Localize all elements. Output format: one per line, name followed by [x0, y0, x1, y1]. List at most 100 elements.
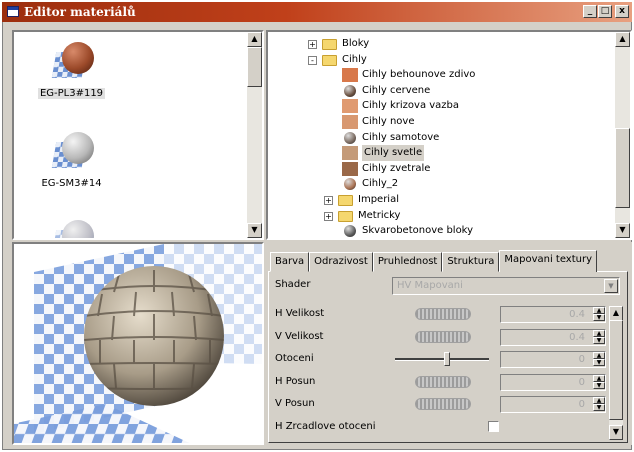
tree-folder[interactable]: + Imperial: [268, 192, 598, 208]
scroll-down-arrow-icon[interactable]: ▼: [247, 223, 262, 238]
folder-icon: [322, 39, 337, 50]
param-value: 0: [578, 354, 585, 366]
close-button[interactable]: x: [615, 5, 629, 18]
tree-label: Imperial: [358, 194, 399, 205]
material-swatch-icon: [342, 99, 358, 114]
spin-down-icon[interactable]: ▼: [593, 336, 605, 344]
tree-label: Cihly svetle: [362, 145, 425, 162]
spin-down-icon[interactable]: ▼: [593, 381, 605, 389]
window-title: Editor materiálů: [24, 5, 136, 19]
tree-label: Cihly nove: [362, 116, 415, 127]
spin-down-icon[interactable]: ▼: [593, 359, 605, 367]
thumbwheel-control[interactable]: [415, 398, 471, 411]
tree-label: Cihly zvetrale: [362, 162, 431, 174]
title-bar[interactable]: Editor materiálů _ □ x: [2, 2, 632, 22]
param-label: H Zrcadlove otoceni: [275, 421, 376, 432]
tree-item[interactable]: Cihly svetle: [268, 145, 598, 162]
material-sphere-icon: [344, 84, 356, 97]
expand-icon[interactable]: +: [308, 40, 317, 49]
material-swatch-icon: [342, 161, 358, 176]
maximize-button[interactable]: □: [598, 5, 612, 18]
spinner[interactable]: ▲ ▼: [593, 352, 605, 367]
chevron-down-icon[interactable]: ▼: [604, 279, 618, 293]
tree-label: Cihly cervene: [362, 84, 431, 96]
scroll-down-arrow-icon[interactable]: ▼: [609, 425, 623, 440]
param-value-field[interactable]: 0 ▲ ▼: [500, 351, 606, 369]
params-scrollbar[interactable]: ▲ ▼: [609, 306, 623, 440]
tree-folder[interactable]: + Metricky: [268, 208, 598, 224]
material-sphere-icon: [344, 225, 356, 238]
tree-label: Cihly samotove: [362, 131, 440, 143]
scroll-up-arrow-icon[interactable]: ▲: [615, 32, 630, 47]
thumbwheel-control[interactable]: [415, 308, 471, 320]
folder-icon: [338, 210, 353, 222]
material-list-scrollbar[interactable]: ▲ ▼: [247, 32, 262, 238]
scroll-up-arrow-icon[interactable]: ▲: [609, 306, 623, 321]
param-value-field[interactable]: 0 ▲ ▼: [500, 396, 606, 414]
param-label: V Velikost: [275, 330, 324, 342]
tab-struktura[interactable]: Struktura: [442, 252, 500, 272]
param-label: Otoceni: [275, 353, 314, 365]
param-label: H Velikost: [275, 308, 325, 319]
thumbwheel-control[interactable]: [415, 330, 471, 343]
tab-pruhlednost[interactable]: Pruhlednost: [372, 252, 443, 272]
rotation-slider-thumb[interactable]: [443, 352, 450, 367]
spinner[interactable]: ▲ ▼: [593, 307, 605, 322]
spin-down-icon[interactable]: ▼: [593, 314, 605, 321]
param-value-field[interactable]: 0.4 ▲ ▼: [500, 306, 606, 323]
tree-item[interactable]: Cihly behounove zdivo: [268, 67, 598, 83]
material-list-panel: EG-PL3#119 EG-SM3#14 ▲ ▼: [12, 30, 264, 240]
shader-value: HV Mapovani: [397, 280, 463, 291]
material-label: EG-PL3#119: [37, 88, 106, 99]
tab-barva[interactable]: Barva: [270, 252, 310, 272]
expand-icon[interactable]: +: [324, 196, 333, 205]
material-sphere-icon: [344, 178, 356, 191]
thumbwheel-control[interactable]: [415, 375, 471, 388]
material-thumb[interactable]: EG-PL3#119: [24, 40, 119, 99]
tree-item[interactable]: Cihly_2: [268, 176, 598, 192]
tree-folder[interactable]: - Cihly: [268, 52, 598, 68]
scroll-up-arrow-icon[interactable]: ▲: [247, 32, 262, 47]
material-thumb[interactable]: EG-SM3#14: [24, 130, 119, 189]
material-swatch: [50, 40, 94, 84]
tab-odrazivost[interactable]: Odrazivost: [309, 252, 373, 272]
collapse-icon[interactable]: -: [308, 55, 317, 65]
shader-label: Shader: [275, 279, 311, 290]
tree-label: Cihly_2: [362, 178, 399, 190]
spinner[interactable]: ▲ ▼: [593, 374, 605, 390]
spin-up-icon[interactable]: ▲: [593, 397, 605, 405]
minimize-button[interactable]: _: [583, 5, 597, 18]
scroll-thumb[interactable]: [247, 47, 262, 87]
tree-folder[interactable]: + Bloky: [268, 36, 598, 52]
tree-label: Metricky: [358, 209, 401, 221]
tree-item[interactable]: Skvarobetonove bloky: [268, 223, 598, 239]
tree-item[interactable]: Cihly samotove: [268, 130, 598, 146]
material-thumb-partial[interactable]: [24, 218, 119, 238]
spin-down-icon[interactable]: ▼: [593, 404, 605, 412]
tree-item[interactable]: Cihly nove: [268, 114, 598, 130]
spin-up-icon[interactable]: ▲: [593, 329, 605, 337]
property-tabs: Barva Odrazivost Pruhlednost Struktura M…: [270, 250, 598, 272]
param-label: H Posun: [275, 375, 316, 387]
spin-up-icon[interactable]: ▲: [593, 352, 605, 360]
tree-scrollbar[interactable]: ▲ ▼: [615, 32, 630, 238]
tree-label: Cihly: [342, 53, 367, 65]
spinner[interactable]: ▲ ▼: [593, 397, 605, 412]
shader-select[interactable]: HV Mapovani ▼: [392, 277, 620, 295]
expand-icon[interactable]: +: [324, 211, 333, 221]
tab-mapovani-textury[interactable]: Mapovani textury: [499, 250, 598, 272]
scroll-down-arrow-icon[interactable]: ▼: [615, 223, 630, 238]
folder-icon: [338, 195, 353, 206]
spin-up-icon[interactable]: ▲: [593, 374, 605, 382]
param-value-field[interactable]: 0.4 ▲ ▼: [500, 328, 606, 346]
spinner[interactable]: ▲ ▼: [593, 329, 605, 345]
tree-item[interactable]: Cihly cervene: [268, 83, 598, 99]
param-value-field[interactable]: 0 ▲ ▼: [500, 373, 606, 391]
scroll-thumb[interactable]: [615, 128, 630, 208]
tree-item[interactable]: Cihly krizova vazba: [268, 98, 598, 114]
spin-up-icon[interactable]: ▲: [593, 307, 605, 314]
scroll-thumb[interactable]: [609, 320, 623, 420]
mirror-checkbox[interactable]: [488, 421, 499, 432]
tree-item[interactable]: Cihly zvetrale: [268, 161, 598, 177]
rotation-slider-track[interactable]: [395, 358, 489, 362]
